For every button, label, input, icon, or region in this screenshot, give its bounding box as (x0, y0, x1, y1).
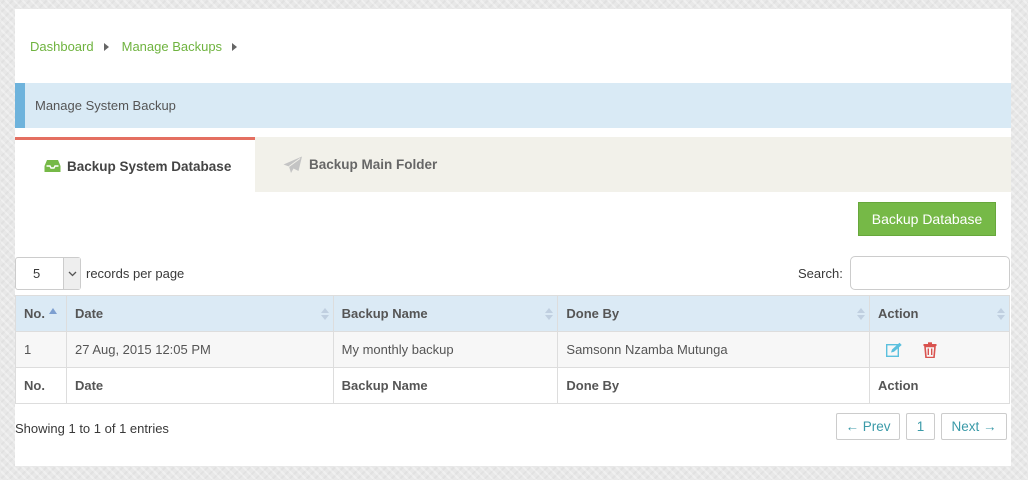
tab-bar: Backup System Database Backup Main Folde… (15, 137, 1011, 192)
footer-done-by: Done By (557, 367, 871, 404)
tab-backup-main-folder[interactable]: Backup Main Folder (255, 137, 485, 192)
cell-action (869, 331, 1010, 368)
select-value: 5 (33, 266, 41, 281)
page-title: Manage System Backup (15, 83, 1011, 128)
next-page-button[interactable]: Next → (941, 413, 1007, 440)
table-header-row: No. Date Backup Name Done By Action (15, 295, 1010, 332)
tab-backup-system-database[interactable]: Backup System Database (15, 137, 255, 192)
column-header-no[interactable]: No. (15, 295, 67, 332)
records-per-page-label: records per page (86, 266, 185, 281)
caret-right-icon (103, 42, 109, 51)
search-input[interactable] (849, 256, 1010, 290)
records-per-page-control: 5 records per page (15, 257, 184, 290)
footer-no: No. (15, 367, 67, 404)
table-row: 1 27 Aug, 2015 12:05 PM My monthly backu… (15, 331, 1010, 368)
tab-label: Backup System Database (67, 158, 232, 174)
breadcrumb: Dashboard Manage Backups (30, 39, 250, 54)
pagination: ← Prev 1 Next → (836, 413, 1007, 440)
sort-icon (320, 307, 329, 320)
search-label: Search: (798, 265, 843, 281)
sort-icon (545, 307, 554, 320)
paper-plane-icon (283, 156, 302, 173)
inbox-icon (44, 160, 61, 172)
column-header-action[interactable]: Action (869, 295, 1010, 332)
sort-icon (997, 307, 1005, 320)
column-header-date[interactable]: Date (65, 295, 334, 332)
cell-backup-name: My monthly backup (332, 331, 559, 368)
footer-backup-name: Backup Name (332, 367, 559, 404)
breadcrumb-manage-backups[interactable]: Manage Backups (122, 39, 222, 54)
search-control: Search: (798, 256, 1010, 290)
page-1-button[interactable]: 1 (906, 413, 935, 440)
column-header-done-by[interactable]: Done By (557, 295, 871, 332)
breadcrumb-dashboard[interactable]: Dashboard (30, 39, 94, 54)
chevron-down-icon (63, 258, 80, 289)
backup-database-button[interactable]: Backup Database (858, 202, 996, 236)
main-panel: Dashboard Manage Backups Manage System B… (15, 9, 1011, 466)
caret-right-icon (232, 42, 238, 51)
footer-action: Action (869, 367, 1010, 404)
tab-label: Backup Main Folder (309, 157, 438, 172)
cell-date: 27 Aug, 2015 12:05 PM (65, 331, 334, 368)
cell-no: 1 (15, 331, 67, 368)
backups-table: No. Date Backup Name Done By Action 1 27… (15, 295, 1010, 404)
trash-icon[interactable] (923, 341, 937, 358)
prev-page-button[interactable]: ← Prev (836, 413, 900, 440)
footer-date: Date (65, 367, 334, 404)
edit-icon[interactable] (886, 342, 903, 357)
table-footer-row: No. Date Backup Name Done By Action (15, 367, 1010, 404)
records-per-page-select[interactable]: 5 (15, 257, 81, 290)
sort-asc-icon (48, 308, 57, 314)
column-header-backup-name[interactable]: Backup Name (332, 295, 559, 332)
table-info: Showing 1 to 1 of 1 entries (15, 421, 169, 436)
sort-icon (857, 307, 866, 320)
cell-done-by: Samsonn Nzamba Mutunga (557, 331, 871, 368)
